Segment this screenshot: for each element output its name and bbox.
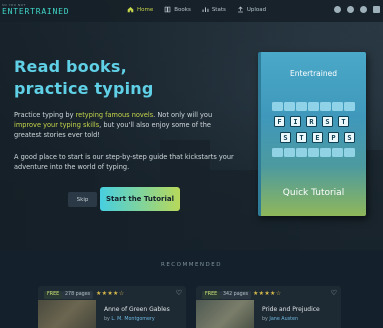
hero-description: Practice typing by retyping famous novel… [14, 110, 238, 140]
logo-text: ENTERTRAINED [2, 7, 70, 16]
book-card-title: Pride and Prejudice [262, 306, 320, 313]
desc-highlight-2: improve your typing skills [14, 121, 100, 129]
nav-home[interactable]: Home [127, 6, 153, 13]
keyboard-illustration: F I R S T S T E P S [270, 102, 358, 164]
key-r: R [306, 116, 317, 127]
book-card-author: by Jane Austen [262, 317, 298, 322]
headline-line-2: practice typing [14, 79, 154, 98]
author-link[interactable]: L. M. Montgomery [111, 317, 154, 322]
key-s-2: S [280, 132, 291, 143]
book-card-title: Anne of Green Gables [104, 306, 170, 313]
nav-upload-label: Upload [246, 6, 267, 13]
page-count-badge: 342 pages [220, 291, 252, 299]
desc-part-b: . Not only will you [153, 111, 213, 119]
upload-icon [237, 6, 243, 13]
nav-home-label: Home [137, 6, 154, 13]
free-badge: FREE [44, 291, 63, 299]
author-link[interactable]: Jane Austen [269, 317, 298, 322]
nav-upload[interactable]: Upload [237, 6, 266, 13]
book-cover-subtitle: Quick Tutorial [282, 188, 345, 198]
site-logo[interactable]: SO YOU NOT ENTERTRAINED [2, 3, 69, 17]
key-f: F [274, 116, 285, 127]
book-card-author: by L. M. Montgomery [104, 317, 155, 322]
book-icon [164, 6, 171, 13]
account-icon[interactable] [373, 6, 380, 13]
rating-stars: ★★★★☆ [96, 290, 125, 297]
nav-stats-label: Stats [211, 6, 226, 13]
start-tutorial-button[interactable]: Start the Tutorial [100, 187, 180, 211]
book-card[interactable]: FREE 342 pages ★★★★☆ ♡ Pride and Prejudi… [196, 286, 341, 328]
book-card-cover [38, 300, 96, 328]
key-p: P [328, 132, 339, 143]
rating-stars: ★★★★☆ [253, 290, 282, 297]
key-i: I [290, 116, 301, 127]
key-e: E [312, 132, 323, 143]
page-count-badge: 278 pages [62, 291, 94, 299]
book-card-cover [196, 300, 254, 328]
main-nav: Home Books Stats Upload [127, 6, 266, 13]
tutorial-book-cover[interactable]: Entertrained F I R S T S T E P S Quick T… [258, 52, 366, 216]
nav-stats[interactable]: Stats [202, 6, 226, 13]
nav-books[interactable]: Books [164, 6, 191, 13]
heart-icon[interactable]: ♡ [331, 289, 337, 297]
discord-icon[interactable] [334, 6, 341, 13]
stats-icon [202, 7, 209, 12]
key-t-2: T [296, 132, 307, 143]
heart-icon[interactable]: ♡ [176, 289, 182, 297]
hero-description-2: A good place to start is our step-by-ste… [14, 153, 234, 171]
key-s-3: S [344, 132, 355, 143]
hero-headline: Read books, practice typing [14, 56, 154, 100]
headline-line-1: Read books, [14, 57, 127, 76]
skip-button[interactable]: Skip [68, 192, 97, 207]
free-badge: FREE [202, 291, 221, 299]
book-card[interactable]: FREE 278 pages ★★★★☆ ♡ Anne of Green Gab… [38, 286, 186, 328]
top-icons [334, 6, 380, 13]
desc-part-a: Practice typing by [14, 111, 76, 119]
github-icon[interactable] [347, 6, 354, 13]
key-s: S [322, 116, 333, 127]
desc-highlight-1: retyping famous novels [75, 111, 154, 119]
nav-books-label: Books [174, 6, 191, 13]
key-t: T [338, 116, 349, 127]
recommended-heading: RECOMMENDED [161, 262, 222, 268]
top-navigation-bar: SO YOU NOT ENTERTRAINED Home Books Stats… [0, 0, 383, 22]
info-icon[interactable] [360, 6, 367, 13]
book-cover-title: Entertrained [290, 69, 337, 78]
home-icon [127, 7, 134, 13]
